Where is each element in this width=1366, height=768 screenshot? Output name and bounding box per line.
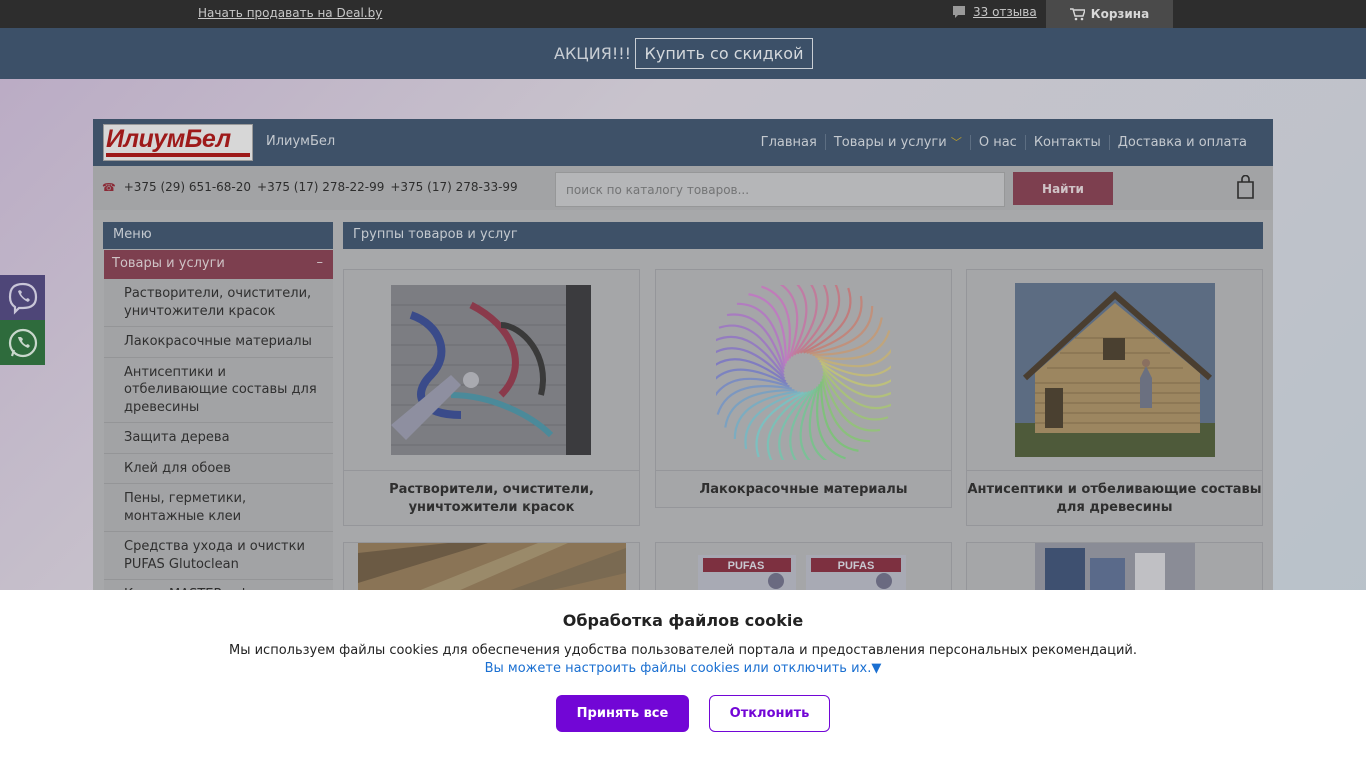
chevron-down-icon: ﹀ (950, 136, 962, 149)
phone-3[interactable]: +375 (17) 278-33-99 (390, 180, 517, 194)
sidebar-item-products[interactable]: Товары и услуги – (104, 250, 333, 279)
sidebar-list: Растворители, очистители, уничтожители к… (104, 279, 333, 611)
sidebar-item-wallpaper-glue[interactable]: Клей для обоев (104, 454, 333, 484)
whatsapp-button[interactable] (0, 320, 45, 365)
pufas-products-image: PUFAS PUFAS (698, 555, 906, 593)
contact-row: ☎ +375 (29) 651-68-20 +375 (17) 278-22-9… (93, 166, 1273, 210)
brand-name[interactable]: ИлиумБел (266, 134, 335, 149)
sidebar-item-solvents[interactable]: Растворители, очистители, уничтожители к… (104, 279, 333, 327)
cart-label: Корзина (1090, 7, 1150, 21)
category-card[interactable]: Лакокрасочные материалы (655, 269, 952, 508)
wooden-house-image (1015, 283, 1215, 457)
sidebar-item-glutoclean[interactable]: Средства ухода и очистки PUFAS Glutoclea… (104, 532, 333, 580)
reviews-link[interactable]: 33 отзыва (952, 5, 1037, 19)
search-button[interactable]: Найти (1013, 172, 1113, 205)
nav-home[interactable]: Главная (753, 135, 825, 150)
sidebar-item-antiseptics[interactable]: Антисептики и отбеливающие составы для д… (104, 358, 333, 423)
category-card[interactable]: Растворители, очистители, уничтожители к… (343, 269, 640, 526)
cookie-settings-link[interactable]: Вы можете настроить файлы cookies или от… (0, 661, 1366, 676)
sidebar-item-paints[interactable]: Лакокрасочные материалы (104, 327, 333, 358)
viber-icon (8, 282, 37, 315)
main-nav: Главная Товары и услуги ﹀ О нас Контакты… (753, 134, 1255, 150)
sealant-products-image (1035, 543, 1195, 591)
page-title: Группы товаров и услуг (343, 222, 1263, 249)
graffiti-wall-image (391, 285, 591, 455)
pufas-label-2: PUFAS (838, 560, 875, 572)
whatsapp-icon (8, 328, 37, 357)
phone-icon: ☎ (102, 180, 116, 194)
nav-about[interactable]: О нас (969, 134, 1025, 150)
shopping-bag-icon[interactable] (1236, 175, 1255, 199)
category-card[interactable]: Антисептики и отбеливающие составы для д… (966, 269, 1263, 526)
color-swirl-image (716, 285, 891, 460)
top-bar: Начать продавать на Deal.by 33 отзыва Ко… (0, 0, 1366, 28)
wood-planks-image (358, 543, 626, 591)
promo-text: АКЦИЯ!!! (554, 44, 632, 63)
sidebar-title: Меню (103, 222, 333, 249)
collapse-icon[interactable]: – (317, 255, 324, 270)
comment-icon (953, 6, 965, 18)
phone-2[interactable]: +375 (17) 278-22-99 (257, 180, 384, 194)
nav-delivery[interactable]: Доставка и оплата (1108, 134, 1255, 150)
logo-stripe (106, 153, 250, 157)
cookie-text: Мы используем файлы cookies для обеспече… (228, 643, 1137, 658)
phone-1[interactable]: +375 (29) 651-68-20 (124, 180, 251, 194)
card-title[interactable]: Растворители, очистители, уничтожители к… (344, 470, 639, 525)
cart-button[interactable]: Корзина (1046, 0, 1173, 28)
logo[interactable]: ИлиумБел (103, 124, 253, 161)
cookie-title: Обработка файлов cookie (562, 611, 804, 630)
search-input[interactable]: поиск по каталогу товаров... (555, 172, 1005, 207)
cookie-banner: Обработка файлов cookie Мы используем фа… (0, 590, 1366, 768)
cart-icon (1069, 7, 1085, 20)
card-title[interactable]: Лакокрасочные материалы (656, 470, 951, 507)
logo-text: ИлиумБел (106, 125, 231, 153)
site-container: ИлиумБел ИлиумБел Главная Товары и услуг… (93, 119, 1273, 611)
reject-button[interactable]: Отклонить (709, 695, 830, 732)
sidebar-item-wood-protection[interactable]: Защита дерева (104, 423, 333, 454)
viber-button[interactable] (0, 275, 45, 320)
reviews-count: 33 отзыва (973, 5, 1037, 19)
pufas-label-1: PUFAS (728, 560, 765, 572)
nav-products[interactable]: Товары и услуги ﹀ (824, 134, 970, 150)
site-header: ИлиумБел ИлиумБел Главная Товары и услуг… (93, 119, 1273, 166)
buy-discount-button[interactable]: Купить со скидкой (635, 38, 813, 69)
phone-list: ☎ +375 (29) 651-68-20 +375 (17) 278-22-9… (102, 180, 518, 194)
nav-contacts[interactable]: Контакты (1024, 134, 1109, 150)
promo-bar: АКЦИЯ!!! Купить со скидкой (0, 28, 1366, 79)
accept-all-button[interactable]: Принять все (556, 695, 689, 732)
sidebar-item-label: Товары и услуги (112, 256, 225, 271)
start-selling-link[interactable]: Начать продавать на Deal.by (198, 6, 382, 20)
sidebar-item-foams[interactable]: Пены, герметики, монтажные клеи (104, 484, 333, 532)
card-title[interactable]: Антисептики и отбеливающие составы для д… (967, 470, 1262, 525)
nav-products-label: Товары и услуги (833, 135, 947, 150)
